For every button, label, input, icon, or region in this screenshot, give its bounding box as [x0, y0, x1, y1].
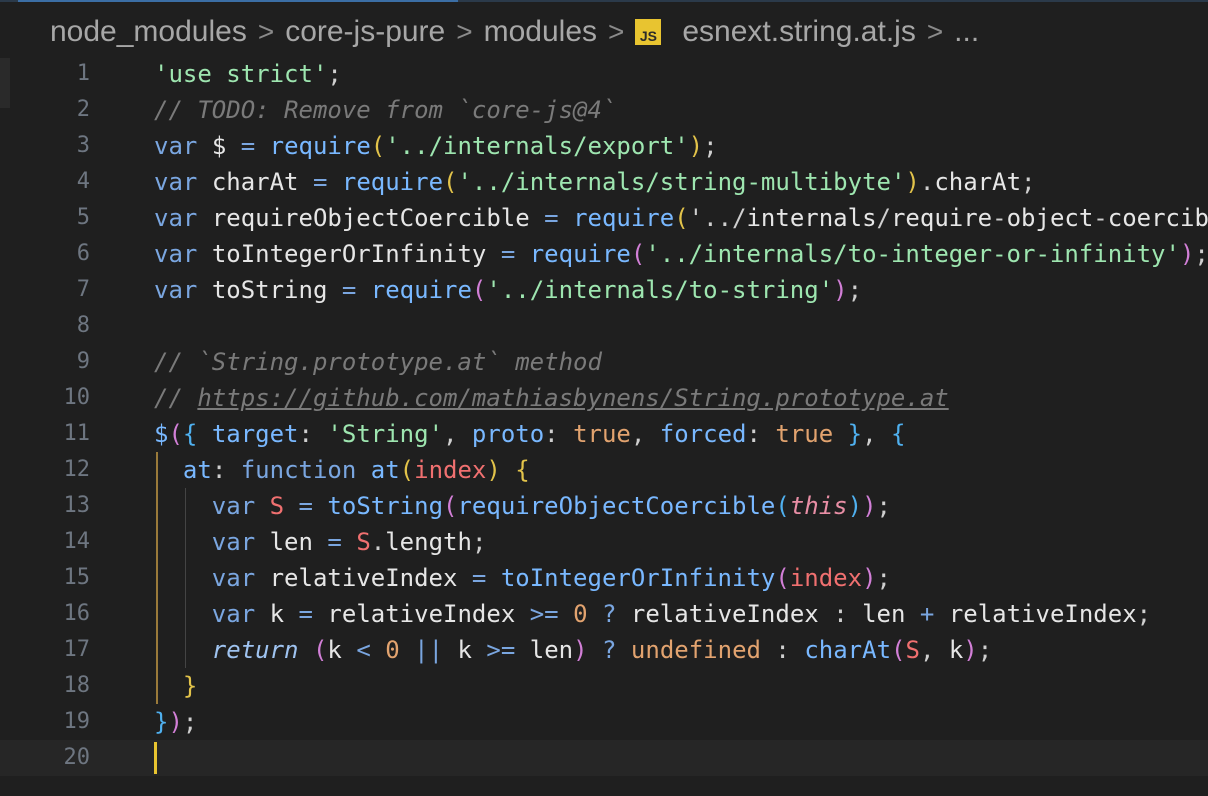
code-text: at: function at(index) {	[182, 456, 530, 484]
code-text: 'use strict';	[154, 60, 342, 88]
code-text: var charAt = require('../internals/strin…	[154, 168, 1036, 196]
line-number: 5	[76, 205, 90, 230]
code-editor[interactable]: 1 'use strict'; 2 // TODO: Remove from `cor…	[0, 56, 1208, 776]
code-text: var toIntegerOrInfinity = require('../in…	[154, 240, 1208, 268]
active-tab-indicator	[18, 0, 458, 2]
code-text: var k = relativeIndex >= 0 ? relativeInd…	[211, 600, 1152, 628]
code-text: return (k < 0 || k >= len) ? undefined :…	[211, 636, 993, 664]
line-number: 20	[63, 745, 91, 770]
breadcrumb: node_modules > core-js-pure > modules > …	[50, 12, 979, 52]
code-line[interactable]: 10 // https://github.com/mathiasbynens/St…	[0, 380, 1208, 416]
code-line[interactable]: 7 var toString = require('../internals/to…	[0, 272, 1208, 308]
line-number: 12	[63, 457, 91, 482]
code-text: var $ = require('../internals/export');	[154, 132, 718, 160]
code-line[interactable]: 13 var S = toString(requireObjectCoercib…	[0, 488, 1208, 524]
line-number: 13	[63, 493, 91, 518]
chevron-right-icon: >	[608, 16, 625, 47]
line-number: 11	[63, 421, 91, 446]
code-line[interactable]: 18 }	[0, 668, 1208, 704]
code-line[interactable]: 20	[0, 740, 1208, 776]
line-number: 2	[76, 97, 90, 122]
code-text: var S = toString(requireObjectCoercible(…	[211, 492, 891, 520]
line-number: 7	[76, 277, 90, 302]
line-number: 1	[76, 61, 90, 86]
chevron-right-icon: >	[456, 16, 473, 47]
breadcrumb-item-node-modules[interactable]: node_modules	[50, 15, 247, 49]
code-line[interactable]: 1 'use strict';	[0, 56, 1208, 92]
code-text: var toString = require('../internals/to-…	[154, 276, 863, 304]
indent-guide	[185, 488, 186, 668]
code-line[interactable]: 15 var relativeIndex = toIntegerOrInfini…	[0, 560, 1208, 596]
breadcrumb-item-modules[interactable]: modules	[484, 15, 597, 49]
line-number: 6	[76, 241, 90, 266]
line-number: 4	[76, 169, 90, 194]
code-text: $({ target: 'String', proto: true, force…	[154, 420, 906, 448]
code-text: }	[182, 672, 198, 700]
code-line[interactable]: 3 var $ = require('../internals/export');	[0, 128, 1208, 164]
code-line[interactable]: 16 var k = relativeIndex >= 0 ? relative…	[0, 596, 1208, 632]
code-text: var requireObjectCoercible = require('..…	[154, 204, 1208, 232]
line-number: 10	[63, 385, 91, 410]
code-text: });	[154, 708, 198, 736]
code-text: // `String.prototype.at` method	[154, 348, 602, 376]
line-number: 18	[63, 673, 91, 698]
line-number: 14	[63, 529, 91, 554]
line-number: 8	[76, 313, 90, 338]
indent-guide	[156, 452, 158, 704]
code-text: var len = S.length;	[211, 528, 487, 556]
code-line[interactable]: 8	[0, 308, 1208, 344]
code-text: // https://github.com/mathiasbynens/Stri…	[154, 384, 949, 412]
code-line[interactable]: 14 var len = S.length;	[0, 524, 1208, 560]
line-number: 19	[63, 709, 91, 734]
breadcrumb-more-symbols[interactable]: ...	[954, 15, 979, 49]
line-number: 15	[63, 565, 91, 590]
text-cursor	[154, 742, 157, 774]
chevron-right-icon: >	[257, 16, 275, 47]
breadcrumb-item-file[interactable]: esnext.string.at.js	[682, 15, 915, 49]
line-number: 16	[63, 601, 91, 626]
line-number: 9	[76, 349, 90, 374]
code-line[interactable]: 11 $({ target: 'String', proto: true, for…	[0, 416, 1208, 452]
breadcrumb-item-core-js-pure[interactable]: core-js-pure	[285, 15, 445, 49]
chevron-right-icon: >	[926, 16, 944, 47]
code-text: var relativeIndex = toIntegerOrInfinity(…	[211, 564, 891, 592]
code-line[interactable]: 17 return (k < 0 || k >= len) ? undefine…	[0, 632, 1208, 668]
code-line[interactable]: 5 var requireObjectCoercible = require('.…	[0, 200, 1208, 236]
line-number: 3	[76, 133, 90, 158]
code-line[interactable]: 2 // TODO: Remove from `core-js@4`	[0, 92, 1208, 128]
code-line[interactable]: 4 var charAt = require('../internals/stri…	[0, 164, 1208, 200]
code-line[interactable]: 12 at: function at(index) {	[0, 452, 1208, 488]
line-number: 17	[63, 637, 91, 662]
code-text: // TODO: Remove from `core-js@4`	[154, 96, 617, 124]
code-line[interactable]: 19});	[0, 704, 1208, 740]
code-line[interactable]: 6 var toIntegerOrInfinity = require('../i…	[0, 236, 1208, 272]
code-line[interactable]: 9 // `String.prototype.at` method	[0, 344, 1208, 380]
js-file-icon: JS	[635, 19, 662, 45]
